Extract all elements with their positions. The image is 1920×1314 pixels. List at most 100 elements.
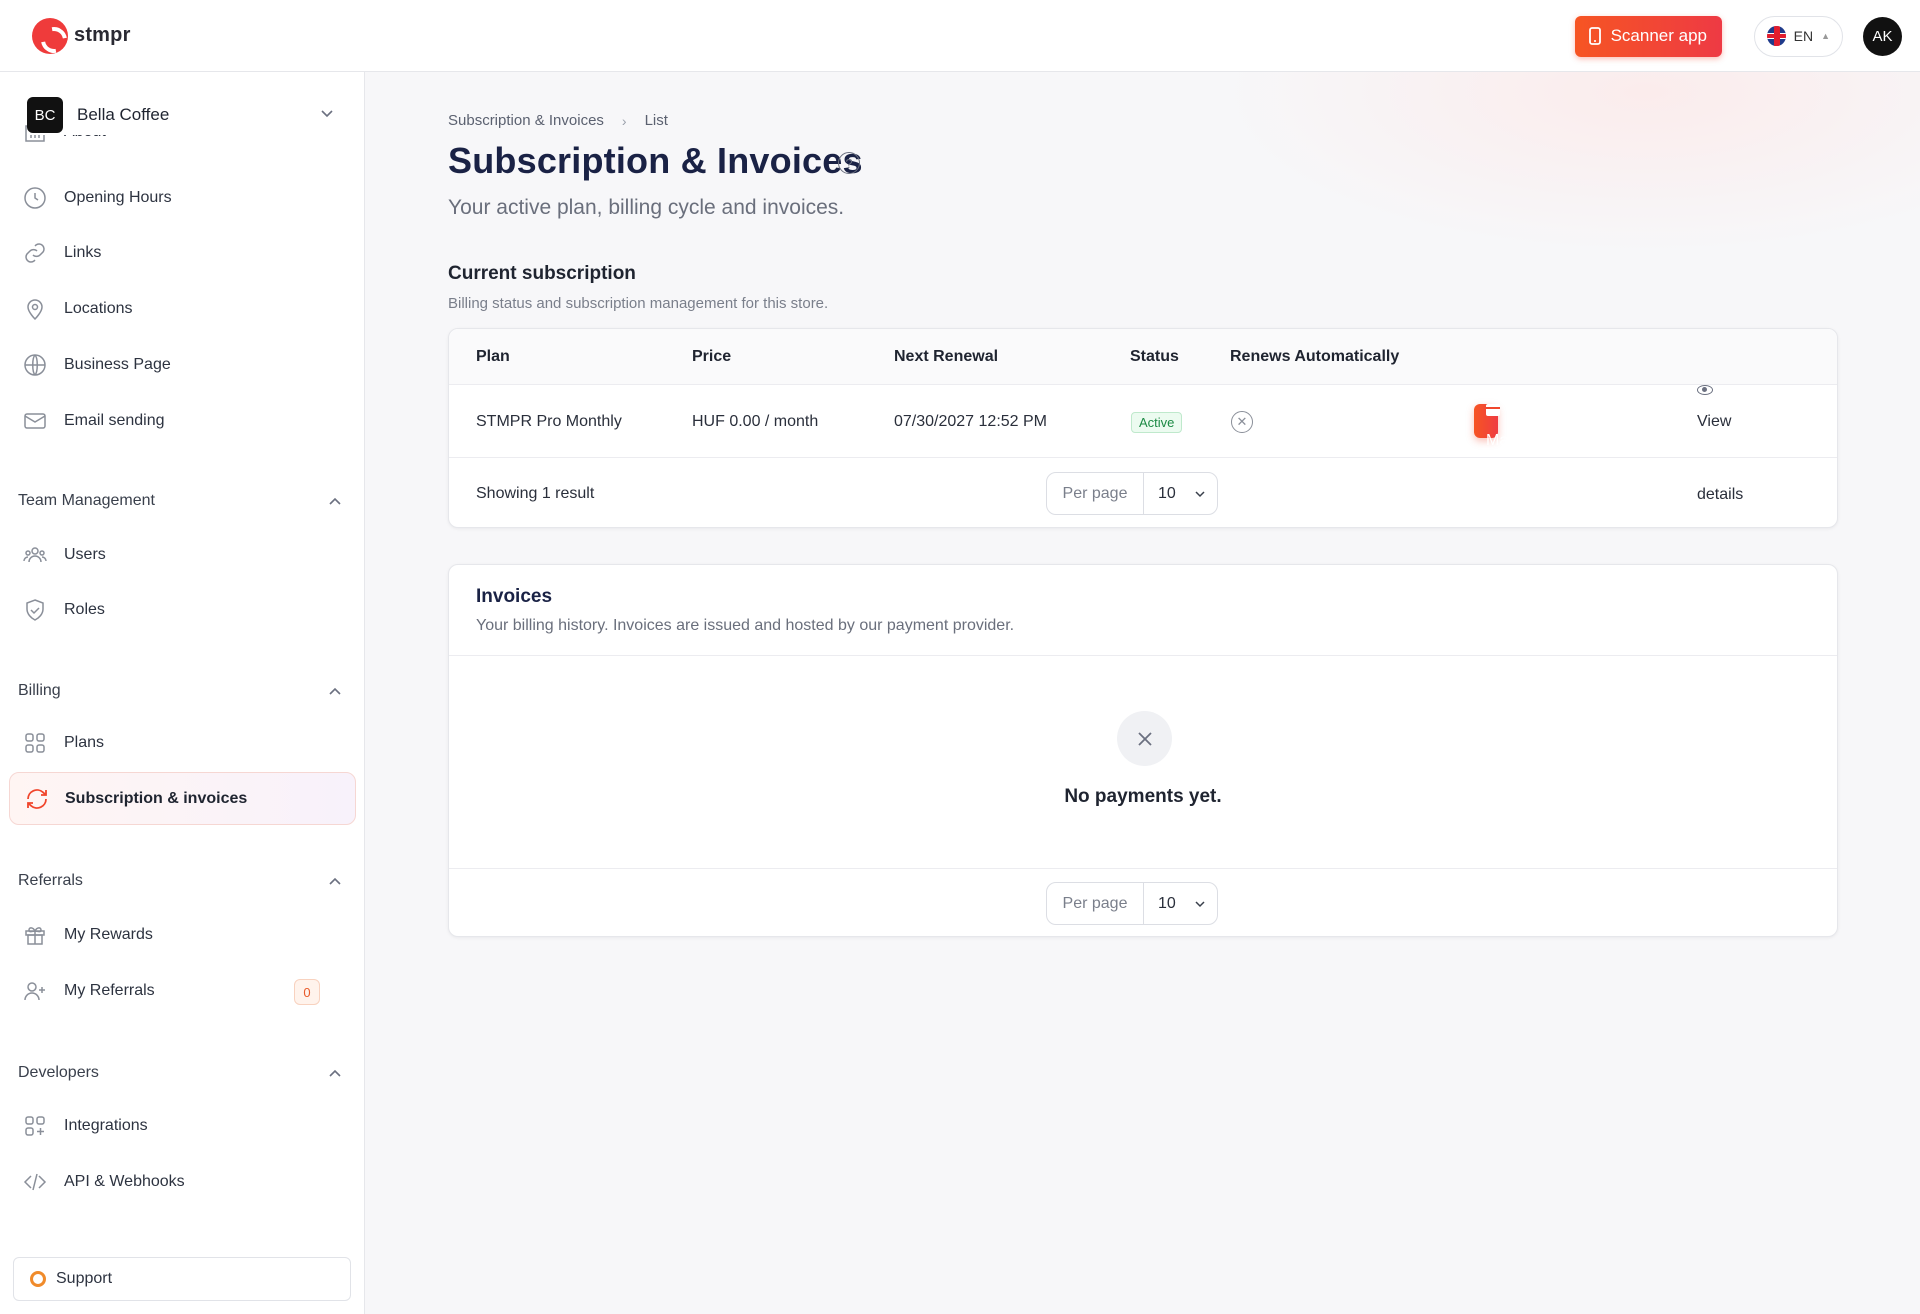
sidebar-item-integrations[interactable]: Integrations	[23, 1106, 343, 1146]
sidebar-item-label: Integrations	[64, 1117, 148, 1134]
sidebar-item-label: Opening Hours	[64, 189, 172, 206]
brand-name: stmpr	[74, 24, 131, 46]
language-code: EN	[1793, 28, 1814, 44]
cell-next-renewal: 07/30/2027 12:52 PM	[894, 413, 1048, 430]
sidebar-item-links[interactable]: Links	[23, 233, 343, 273]
section-title-label: Team Management	[18, 492, 155, 509]
per-page-value: 10	[1158, 484, 1176, 502]
chevron-down-icon	[321, 110, 333, 118]
table-header: Plan Price Next Renewal Status Renews Au…	[449, 329, 1837, 385]
cell-plan: STMPR Pro Monthly	[476, 413, 622, 430]
caret-up-icon: ▲	[1821, 31, 1830, 41]
main-content: Subscription & Invoices › List Subscript…	[366, 72, 1920, 1314]
column-header-plan: Plan	[476, 348, 510, 365]
per-page-label: Per page	[1047, 883, 1144, 924]
chevron-up-icon	[329, 877, 341, 885]
store-switcher[interactable]: BC Bella Coffee	[27, 95, 337, 135]
sidebar-item-label: Links	[64, 244, 102, 261]
chevron-right-icon: ›	[621, 112, 627, 129]
invoices-title: Invoices	[476, 586, 553, 607]
gift-icon	[23, 923, 47, 947]
sidebar: BC Bella Coffee About Opening Hours Link…	[0, 72, 365, 1314]
section-title-label: Billing	[18, 682, 61, 699]
section-title-label: Developers	[18, 1064, 99, 1081]
section-referrals[interactable]: Referrals	[18, 872, 343, 890]
stmpr-logo-icon	[32, 17, 68, 54]
refresh-icon	[27, 788, 47, 809]
chevron-up-icon	[329, 1069, 341, 1077]
section-team-management[interactable]: Team Management	[18, 492, 343, 510]
section-developers[interactable]: Developers	[18, 1064, 343, 1082]
map-pin-icon	[23, 297, 47, 321]
sidebar-item-api-webhooks[interactable]: API & Webhooks	[23, 1162, 343, 1202]
help-circle-icon[interactable]: ?	[838, 152, 860, 174]
chevron-down-icon	[1195, 900, 1205, 907]
sidebar-item-label: Email sending	[64, 412, 165, 429]
sidebar-item-my-referrals[interactable]: My Referrals 0	[23, 971, 343, 1011]
table-footer: Showing 1 result Per page 10	[449, 459, 1837, 529]
per-page-label: Per page	[1047, 473, 1144, 514]
sidebar-item-label: My Rewards	[64, 926, 153, 943]
empty-state-x-icon	[1117, 711, 1172, 766]
brand-logo[interactable]: stmpr	[32, 17, 131, 54]
support-label: Support	[56, 1270, 113, 1287]
uk-flag-icon	[1767, 26, 1786, 46]
chevron-up-icon	[329, 497, 341, 505]
scanner-app-button[interactable]: Scanner app	[1574, 15, 1722, 57]
user-avatar[interactable]: AK	[1863, 16, 1902, 56]
manage-subscription-button[interactable]: Manage Subscription	[1474, 404, 1574, 522]
store-avatar: BC	[27, 97, 63, 133]
column-header-status: Status	[1130, 348, 1179, 365]
users-icon	[23, 543, 47, 567]
shield-check-icon	[23, 598, 47, 622]
store-name: Bella Coffee	[77, 105, 170, 124]
column-header-renews-automatically: Renews Automatically	[1230, 348, 1400, 365]
sidebar-item-email-sending[interactable]: Email sending	[23, 401, 343, 441]
sidebar-item-label: Subscription & invoices	[65, 789, 248, 807]
sidebar-item-label: Roles	[64, 601, 105, 618]
cell-price: HUF 0.00 / month	[692, 413, 819, 430]
sidebar-item-label: Business Page	[64, 356, 171, 373]
link-icon	[23, 241, 47, 265]
top-bar: stmpr Scanner app EN ▲ AK	[0, 0, 1920, 72]
chevron-up-icon	[329, 687, 341, 695]
language-selector[interactable]: EN ▲	[1754, 15, 1843, 57]
per-page-value: 10	[1158, 894, 1176, 912]
support-button[interactable]: Support	[13, 1257, 351, 1301]
invoices-header: Invoices Your billing history. Invoices …	[449, 565, 1837, 656]
sidebar-item-label: Users	[64, 546, 106, 563]
sidebar-item-users[interactable]: Users	[23, 535, 343, 575]
x-circle-icon: ✕	[1231, 411, 1253, 433]
sidebar-item-my-rewards[interactable]: My Rewards	[23, 915, 343, 955]
globe-icon	[23, 353, 47, 377]
current-subscription-description: Billing status and subscription manageme…	[448, 295, 829, 312]
sidebar-item-business-page[interactable]: Business Page	[23, 345, 343, 385]
lifebuoy-icon	[30, 1271, 46, 1287]
per-page-select[interactable]: Per page 10	[1046, 882, 1218, 925]
per-page-select[interactable]: Per page 10	[1046, 472, 1218, 515]
section-billing[interactable]: Billing	[18, 682, 343, 700]
code-icon	[23, 1170, 47, 1194]
sidebar-item-opening-hours[interactable]: Opening Hours	[23, 178, 343, 218]
puzzle-grid-icon	[23, 1114, 47, 1138]
sidebar-item-subscription-invoices[interactable]: Subscription & invoices	[9, 772, 356, 825]
breadcrumb-item-subscription[interactable]: Subscription & Invoices	[448, 112, 604, 129]
user-plus-icon	[23, 979, 47, 1003]
column-header-next-renewal: Next Renewal	[894, 348, 999, 365]
column-header-price: Price	[692, 348, 732, 365]
section-title-label: Referrals	[18, 872, 83, 889]
sidebar-item-roles[interactable]: Roles	[23, 590, 343, 630]
invoices-footer: Per page 10	[449, 868, 1837, 938]
sidebar-item-label: My Referrals	[64, 982, 155, 999]
current-subscription-heading: Current subscription	[448, 263, 636, 284]
clock-icon	[23, 186, 47, 210]
sidebar-item-locations[interactable]: Locations	[23, 289, 343, 329]
subscription-table-card: Plan Price Next Renewal Status Renews Au…	[448, 328, 1838, 528]
page-subtitle: Your active plan, billing cycle and invo…	[448, 196, 845, 219]
sidebar-item-plans[interactable]: Plans	[23, 723, 343, 763]
results-count: Showing 1 result	[476, 485, 595, 502]
table-row: STMPR Pro Monthly HUF 0.00 / month 07/30…	[449, 385, 1837, 522]
breadcrumb: Subscription & Invoices › List	[448, 112, 668, 129]
chevron-down-icon	[1195, 490, 1205, 497]
breadcrumb-item-list: List	[644, 112, 668, 129]
